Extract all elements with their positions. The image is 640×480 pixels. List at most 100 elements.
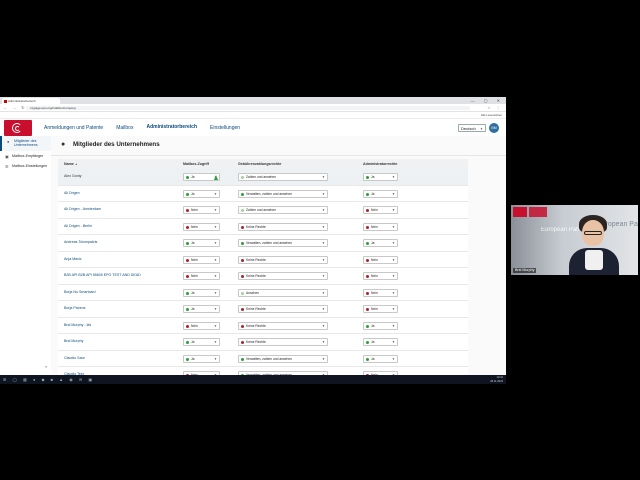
chevron-down-icon: ▼ — [214, 323, 217, 328]
member-name[interactable]: Alex Gonty — [64, 169, 82, 185]
mailbox-access-select-value: Ja — [191, 241, 195, 245]
status-dot-icon — [186, 291, 189, 295]
mailbox-access-select[interactable]: Ja ▼ — [183, 354, 220, 363]
status-dot-icon — [241, 324, 244, 328]
table-row: Claudio Saur Ja ▼ Verwalten, zahlen und ans… — [58, 351, 468, 367]
chevron-down-icon: ▼ — [214, 307, 217, 311]
member-name[interactable]: Claudio Saur — [64, 351, 85, 367]
status-dot-icon — [366, 225, 369, 229]
nav-item-mailbox[interactable]: Mailbox — [116, 119, 133, 137]
mailbox-access-select[interactable]: Ja ▼ — [183, 288, 220, 297]
epo-logo[interactable] — [4, 120, 32, 136]
chevron-down-icon: ▼ — [214, 274, 217, 278]
browser-tab-strip: Administratorbereich — ▢ ✕ — [0, 97, 506, 104]
language-select[interactable]: Deutsch ▼ — [458, 124, 486, 132]
browser-nav-icons[interactable]: ← → ↻ — [3, 104, 27, 111]
admin-rights-select[interactable]: Ja ▼ — [363, 173, 398, 181]
member-name[interactable]: Andreas Tolompatzis — [64, 235, 97, 251]
mailbox-access-select[interactable]: Nein ▼ — [183, 206, 220, 214]
sidebar-item-mailbox-recipients[interactable]: ▣ Mailbox-Empfänger — [0, 151, 51, 161]
member-name[interactable]: Borja No Smartcard — [64, 285, 96, 301]
sidebar-item-mailbox-settings[interactable]: ☰ Mailbox-Einstellungen — [0, 161, 51, 171]
window-controls[interactable]: — ▢ ✕ — [471, 98, 504, 103]
mailbox-access-select[interactable]: Nein ▼ — [183, 272, 220, 280]
chevron-down-icon: ▼ — [322, 340, 325, 344]
admin-rights-select[interactable]: Ja ▼ — [363, 338, 398, 346]
table-row: Andreas Tolompatzis Ja ▼ Verwalten, zahlen … — [58, 235, 468, 252]
fee-rights-select[interactable]: Keine Rechte ▼ — [238, 222, 328, 231]
taskbar-icons[interactable]: ⊞ ◯ ▦ ● ◆ ■ ▲ ◉ ✉ ▣ — [3, 375, 95, 384]
mailbox-access-select[interactable]: Nein ▼ — [183, 222, 220, 231]
nav-item-einstellungen[interactable]: Einstellungen — [210, 119, 240, 137]
member-name[interactable]: Ali Drigen — [64, 186, 80, 202]
mailbox-access-select[interactable]: Ja ▼ — [183, 239, 220, 247]
table-row: Brid Murphy - kfs Nein ▼ Keine Rechte ▼ Ja ▼ — [58, 318, 468, 334]
browser-menu-icon[interactable]: ☆ ⋮ — [487, 104, 502, 111]
member-name[interactable]: Brid Murphy - kfs — [64, 318, 91, 334]
fee-rights-select[interactable]: Verwalten, zahlen und ansehen ▼ — [238, 189, 328, 198]
fee-rights-select[interactable]: Keine Rechte ▼ — [238, 338, 328, 346]
fee-rights-select[interactable]: Zahlen und ansehen ▼ — [238, 206, 328, 214]
admin-rights-select[interactable]: Nein ▼ — [363, 272, 398, 280]
admin-rights-select[interactable]: Nein ▼ — [363, 305, 398, 313]
fee-rights-select[interactable]: Ansehen ▼ — [238, 288, 328, 297]
fee-rights-select[interactable]: Keine Rechte ▼ — [238, 272, 328, 280]
member-name[interactable]: Anja Mavic — [64, 252, 82, 268]
inbox-icon: ▣ — [5, 153, 9, 159]
fee-rights-select[interactable]: Verwalten, zahlen und ansehen ▼ — [238, 239, 328, 247]
collapse-sidebar-icon[interactable]: « — [45, 364, 47, 369]
member-name[interactable]: Borja Pavens — [64, 301, 85, 317]
admin-rights-select-value: Ja — [371, 241, 375, 245]
th-name-label: Name — [64, 162, 74, 166]
mailbox-access-select[interactable]: Nein ▼ — [183, 321, 220, 330]
chevron-down-icon: ▼ — [392, 191, 395, 196]
admin-rights-select[interactable]: Nein ▼ — [363, 288, 398, 297]
nav-item-administratorbereich[interactable]: Administratorbereich — [146, 119, 198, 137]
admin-rights-select[interactable]: Nein ▼ — [363, 222, 398, 231]
fee-rights-select[interactable]: Verwalten, zahlen und ansehen ▼ — [238, 354, 328, 363]
fee-rights-select-value: Keine Rechte — [246, 224, 266, 229]
table-row: Brid Murphy Ja ▼ Keine Rechte ▼ Ja ▼ — [58, 334, 468, 351]
admin-rights-select[interactable]: Ja ▼ — [363, 239, 398, 247]
url-input[interactable]: mypage.epo.org/mailbox/company — [26, 105, 470, 110]
member-name[interactable]: Brid Murphy — [64, 334, 83, 350]
fee-rights-select[interactable]: Keine Rechte ▼ — [238, 321, 328, 330]
admin-rights-select[interactable]: Ja ▼ — [363, 354, 398, 363]
sidebar-item-members[interactable]: ● Mitglieder des Unternehmens — [0, 136, 51, 151]
th-name[interactable]: Name▲ — [64, 159, 78, 169]
admin-rights-select[interactable]: Ja ▼ — [363, 189, 398, 198]
fee-rights-select[interactable]: Zahlen und ansehen ▼ — [238, 173, 328, 181]
mailbox-access-select[interactable]: Ja ▼ — [183, 189, 220, 198]
mailbox-access-select-value: Ja — [191, 191, 195, 196]
taskbar-clock[interactable]: 10:41 28.11.2023 — [490, 376, 503, 384]
chevron-down-icon: ▼ — [214, 356, 217, 361]
admin-rights-select[interactable]: Ja ▼ — [363, 321, 398, 330]
admin-rights-select[interactable]: Nein ▼ — [363, 255, 398, 264]
mailbox-access-select[interactable]: Nein ▼ — [183, 255, 220, 264]
presenter-shirt — [585, 250, 603, 270]
avatar[interactable]: BM — [489, 123, 499, 133]
fee-rights-select-value: Zahlen und ansehen — [246, 175, 277, 179]
nav-item-anmeldungen-und-patente[interactable]: Anmeldungen und Patente — [44, 119, 103, 137]
mailbox-access-select-value: Ja — [191, 340, 195, 344]
member-name[interactable]: B2B API B2B API 55605 EPO TEST AND DEAD — [64, 268, 141, 284]
all-bookmarks-link[interactable]: Alle Lesezeichen — [481, 112, 502, 118]
fee-rights-select[interactable]: Keine Rechte ▼ — [238, 305, 328, 313]
mailbox-access-select-value: Nein — [191, 208, 198, 212]
fee-rights-select-value: Verwalten, zahlen und ansehen — [246, 191, 293, 196]
fee-rights-select-value: Ansehen — [246, 290, 260, 295]
chevron-down-icon: ▼ — [480, 127, 483, 131]
mailbox-access-select[interactable]: Ja ▼ — [183, 305, 220, 313]
member-name[interactable]: Ali Drigen - Amsterdam — [64, 202, 101, 218]
table-row: Alex Gonty Ja ▼ Zahlen und ansehen ▼ Ja ▼ — [58, 169, 468, 186]
favicon-icon — [4, 99, 7, 103]
member-name[interactable]: Ali Drigen - Berlin — [64, 219, 92, 235]
mailbox-access-select[interactable]: Ja ▼ — [183, 338, 220, 346]
tab-title: Administratorbereich — [8, 99, 36, 103]
status-dot-icon — [186, 308, 189, 311]
fee-rights-select[interactable]: Keine Rechte ▼ — [238, 255, 328, 264]
chevron-down-icon: ▼ — [392, 257, 395, 262]
admin-rights-select[interactable]: Nein ▼ — [363, 206, 398, 214]
status-dot-icon — [366, 357, 369, 361]
status-dot-icon — [241, 225, 244, 229]
